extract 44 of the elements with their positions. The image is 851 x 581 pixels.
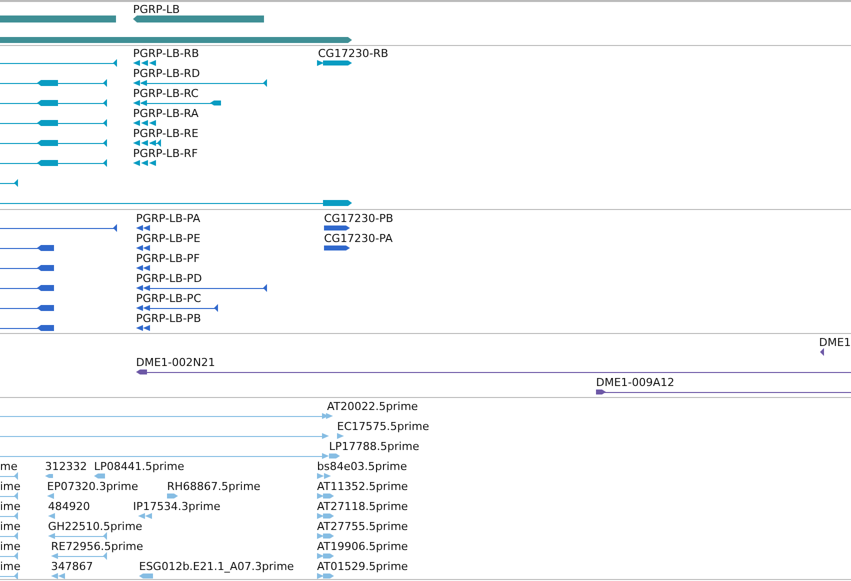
feature-label: ime [0, 540, 21, 553]
feature-label: ime [0, 480, 21, 493]
feature-label: ime [0, 520, 21, 533]
feature-label: PGRP-LB-PF [136, 252, 200, 265]
feature-label: AT11352.5prime [317, 480, 408, 493]
feature-label: AT01529.5prime [317, 560, 408, 573]
feature-label: EP07320.3prime [47, 480, 138, 493]
feature-label: ime [0, 500, 21, 513]
feature-label: IP17534.3prime [133, 500, 220, 513]
feature-label: PGRP-LB-PE [136, 232, 200, 245]
feature-label: AT27755.5prime [317, 520, 408, 533]
feature-label: PGRP-LB-PC [136, 292, 202, 305]
feature-label: PGRP-LB-RF [133, 147, 198, 160]
feature-label: LP17788.5prime [329, 440, 420, 453]
feature-label: me [0, 460, 18, 473]
feature-label: GH22510.5prime [48, 520, 142, 533]
feature-label: 484920 [48, 500, 90, 513]
feature-label: DME1-009A12 [596, 376, 674, 389]
feature-label: CG17230-RB [318, 47, 388, 60]
feature-label: AT20022.5prime [327, 400, 418, 413]
feature-label: CG17230-PB [324, 212, 394, 225]
feature-label: bs84e03.5prime [317, 460, 408, 473]
feature-label: PGRP-LB-RA [133, 107, 199, 120]
feature-label: PGRP-LB [133, 3, 180, 16]
feature-label: 312332 [45, 460, 87, 473]
feature-label: PGRP-LB-PB [136, 312, 201, 325]
feature-label: PGRP-LB-RE [133, 127, 198, 140]
feature-label: PGRP-LB-RC [133, 87, 199, 100]
feature-label: DME1-002N21 [136, 356, 216, 369]
feature-label: ESG012b.E21.1_A07.3prime [139, 560, 294, 573]
feature-label: PGRP-LB-PD [136, 272, 202, 285]
feature-label: LP08441.5prime [94, 460, 184, 473]
feature-label: AT19906.5prime [317, 540, 408, 553]
feature-label: DME1 [819, 336, 851, 349]
feature-label: RH68867.5prime [167, 480, 260, 493]
feature-label: PGRP-LB-RB [133, 47, 199, 60]
feature-label: RE72956.5prime [51, 540, 144, 553]
feature-label: PGRP-LB-PA [136, 212, 200, 225]
feature-label: PGRP-LB-RD [133, 67, 200, 80]
feature-label: AT27118.5prime [317, 500, 408, 513]
feature-label: EC17575.5prime [337, 420, 430, 433]
feature-label: 347867 [51, 560, 93, 573]
feature-label: CG17230-PA [324, 232, 393, 245]
feature-label: ime [0, 560, 21, 573]
